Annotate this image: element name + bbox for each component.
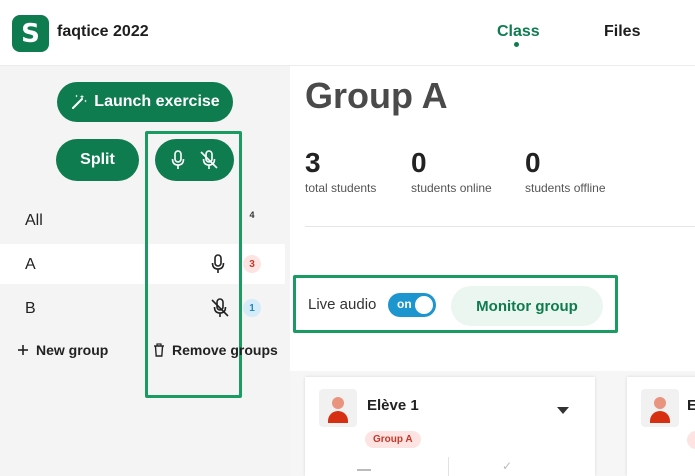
launch-exercise-button[interactable]: Launch exercise xyxy=(57,82,233,122)
minus-icon xyxy=(357,469,371,471)
tab-class[interactable]: Class xyxy=(497,23,540,41)
mic-controls xyxy=(155,139,234,181)
student-card[interactable]: E xyxy=(627,377,695,476)
live-audio-toggle[interactable]: on xyxy=(388,293,436,317)
app-title: faqtice 2022 xyxy=(57,23,149,40)
mic-icon xyxy=(211,254,225,273)
main-panel: Group A 3 total students 0 students onli… xyxy=(290,66,695,476)
avatar-head xyxy=(654,397,666,409)
divider xyxy=(305,226,695,227)
stat-total-students: 3 total students xyxy=(305,147,377,196)
split-button[interactable]: Split xyxy=(56,139,139,181)
group-row-all[interactable]: All 4 xyxy=(0,200,285,240)
avatar-body xyxy=(328,411,348,423)
group-row-b[interactable]: B 1 xyxy=(0,288,285,328)
group-label: All xyxy=(25,212,43,229)
stat-value: 3 xyxy=(305,147,321,178)
active-tab-indicator xyxy=(514,42,519,47)
group-count-badge: 1 xyxy=(243,299,261,317)
mic-all-on-button[interactable] xyxy=(170,150,186,170)
avatar xyxy=(641,389,679,427)
check-icon: ✓ xyxy=(502,459,513,473)
mic-all-off-button[interactable] xyxy=(199,150,219,170)
sidebar: Launch exercise Split All 4 A 3 B 1 New … xyxy=(0,66,290,476)
card-divider xyxy=(448,457,449,476)
stat-students-offline: 0 students offline xyxy=(525,147,606,196)
student-name: E xyxy=(687,397,695,414)
new-group-button[interactable]: New group xyxy=(17,342,108,358)
remove-groups-label: Remove groups xyxy=(172,342,278,358)
student-group-chip xyxy=(687,431,695,449)
live-audio-panel: Live audio on Monitor group xyxy=(293,275,618,333)
chevron-down-icon[interactable] xyxy=(557,407,569,414)
stat-label: students online xyxy=(411,181,492,195)
toggle-knob xyxy=(415,296,433,314)
mic-off-icon xyxy=(211,298,229,317)
mic-icon xyxy=(171,150,185,169)
new-group-label: New group xyxy=(36,342,109,358)
avatar-body xyxy=(650,411,670,423)
group-count-badge: 3 xyxy=(243,255,261,273)
stat-label: total students xyxy=(305,181,377,195)
page-title: Group A xyxy=(305,75,448,116)
group-label: B xyxy=(25,300,36,317)
avatar xyxy=(319,389,357,427)
group-row-a[interactable]: A 3 xyxy=(0,244,285,284)
group-count-badge: 4 xyxy=(249,210,255,220)
stat-value: 0 xyxy=(411,147,427,178)
student-group-chip: Group A xyxy=(365,431,421,448)
group-label: A xyxy=(25,256,36,273)
plus-icon xyxy=(17,344,29,356)
launch-exercise-label: Launch exercise xyxy=(94,93,220,110)
magic-wand-icon xyxy=(70,93,94,111)
monitor-group-button[interactable]: Monitor group xyxy=(451,286,603,326)
live-audio-label: Live audio xyxy=(308,296,377,313)
student-name: Elève 1 xyxy=(367,397,419,414)
group-mic-toggle[interactable] xyxy=(210,254,226,279)
group-mic-toggle[interactable] xyxy=(210,298,230,323)
mic-off-icon xyxy=(200,150,218,169)
student-list: Elève 1 Group A ✓ E xyxy=(290,371,695,476)
stat-students-online: 0 students online xyxy=(411,147,492,196)
stat-value: 0 xyxy=(525,147,541,178)
top-bar: S faqtice 2022 Class Files xyxy=(0,0,695,66)
toggle-state-label: on xyxy=(397,297,412,311)
stat-label: students offline xyxy=(525,181,606,195)
trash-icon xyxy=(153,343,165,357)
tab-files[interactable]: Files xyxy=(604,23,640,41)
app-logo[interactable]: S xyxy=(12,15,49,52)
avatar-head xyxy=(332,397,344,409)
remove-groups-button[interactable]: Remove groups xyxy=(153,342,278,358)
student-card[interactable]: Elève 1 Group A ✓ xyxy=(305,377,595,476)
